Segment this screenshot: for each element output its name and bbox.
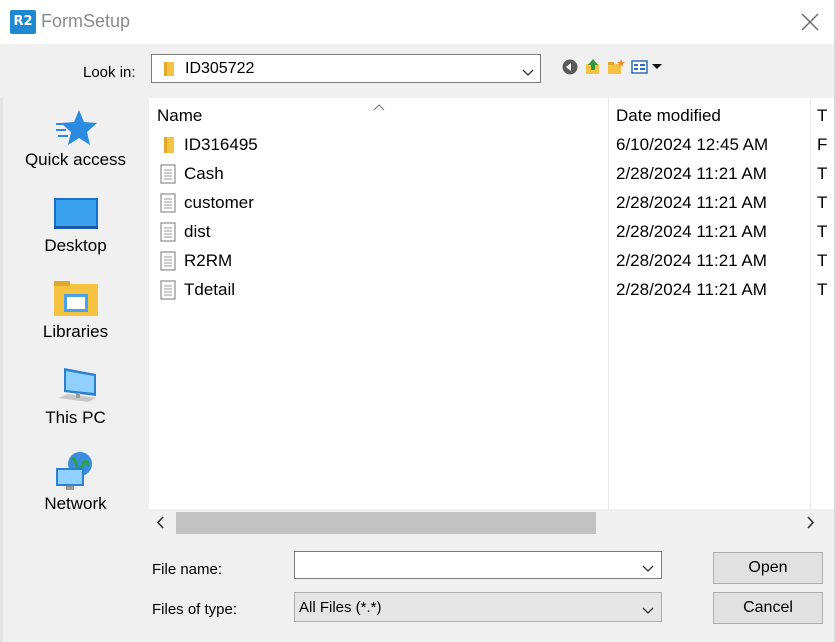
file-type: F <box>817 135 828 154</box>
place-libraries[interactable]: Libraries <box>10 270 141 350</box>
chevron-down-icon[interactable] <box>522 64 534 82</box>
new-folder-icon[interactable] <box>607 58 625 76</box>
file-name: Tdetail <box>184 280 236 299</box>
files-of-type-label: Files of type: <box>152 601 238 618</box>
place-label: Network <box>44 494 107 513</box>
document-icon <box>160 193 176 218</box>
file-type: T <box>817 280 828 299</box>
place-label: Quick access <box>24 150 127 169</box>
close-button[interactable] <box>796 8 824 36</box>
file-name-combo[interactable] <box>294 551 662 579</box>
document-icon <box>160 251 176 276</box>
place-this-pc[interactable]: This PC <box>10 356 141 436</box>
column-header-name[interactable]: Name <box>157 106 202 126</box>
file-name: dist <box>184 222 211 241</box>
chevron-right-icon[interactable] <box>806 516 815 534</box>
list-item[interactable]: ID316495 6/10/2024 12:45 AM F <box>149 131 834 160</box>
dialog-left-edge <box>0 98 3 642</box>
chevron-down-icon[interactable] <box>642 602 654 620</box>
column-header-type[interactable]: T <box>817 106 831 126</box>
file-name-input[interactable] <box>297 554 631 578</box>
list-item[interactable]: customer 2/28/2024 11:21 AM T <box>149 189 834 218</box>
app-logo-icon: R2 <box>10 10 36 34</box>
file-date: 2/28/2024 11:21 AM <box>616 280 767 299</box>
place-network[interactable]: Network <box>10 442 141 522</box>
place-label: Desktop <box>44 236 107 255</box>
lookin-label: Look in: <box>83 64 136 81</box>
star-icon <box>56 110 97 145</box>
horizontal-scrollbar[interactable] <box>149 509 834 536</box>
scrollbar-thumb[interactable] <box>176 512 596 534</box>
cancel-button[interactable]: Cancel <box>713 592 823 624</box>
close-icon <box>801 13 819 31</box>
lookin-value: ID305722 <box>185 60 255 77</box>
lookin-combo[interactable]: ID305722 <box>151 54 541 83</box>
document-icon <box>160 222 176 247</box>
sort-ascending-icon <box>373 98 385 116</box>
folder-icon <box>161 61 177 82</box>
file-type: T <box>817 193 828 212</box>
file-name: Cash <box>184 164 224 183</box>
window-title: FormSetup <box>41 11 131 31</box>
file-date: 6/10/2024 12:45 AM <box>616 135 769 154</box>
back-icon[interactable] <box>561 58 579 76</box>
list-item[interactable]: Cash 2/28/2024 11:21 AM T <box>149 160 834 189</box>
file-date: 2/28/2024 11:21 AM <box>616 222 767 241</box>
chevron-down-icon[interactable] <box>642 560 654 578</box>
desktop-icon <box>54 198 98 229</box>
libraries-icon <box>54 281 98 316</box>
file-date: 2/28/2024 11:21 AM <box>616 164 767 183</box>
up-folder-icon[interactable] <box>584 58 602 76</box>
file-type: T <box>817 222 828 241</box>
place-quick-access[interactable]: Quick access <box>10 98 141 178</box>
chevron-left-icon[interactable] <box>156 516 165 534</box>
open-button[interactable]: Open <box>713 552 823 584</box>
places-bar: Quick access Desktop Libraries This PC N… <box>10 98 141 536</box>
file-type: T <box>817 251 828 270</box>
files-of-type-select[interactable]: All Files (*.*) <box>294 592 662 622</box>
document-icon <box>160 164 176 189</box>
computer-icon <box>58 368 96 402</box>
place-label: This PC <box>45 408 106 427</box>
network-icon <box>56 452 92 490</box>
place-label: Libraries <box>42 322 109 341</box>
view-menu-icon[interactable] <box>631 58 665 76</box>
file-date: 2/28/2024 11:21 AM <box>616 251 767 270</box>
title-bar: R2 FormSetup <box>0 0 836 44</box>
file-name: ID316495 <box>184 135 258 154</box>
list-item[interactable]: dist 2/28/2024 11:21 AM T <box>149 218 834 247</box>
file-date: 2/28/2024 11:21 AM <box>616 193 767 212</box>
file-name: customer <box>184 193 254 212</box>
files-of-type-value: All Files (*.*) <box>299 599 382 616</box>
list-item[interactable]: R2RM 2/28/2024 11:21 AM T <box>149 247 834 276</box>
folder-icon <box>160 135 176 160</box>
file-type: T <box>817 164 828 183</box>
column-header-date[interactable]: Date modified <box>616 106 721 126</box>
place-desktop[interactable]: Desktop <box>10 184 141 264</box>
document-icon <box>160 280 176 305</box>
file-name: R2RM <box>184 251 233 270</box>
file-name-label: File name: <box>152 561 223 578</box>
list-item[interactable]: Tdetail 2/28/2024 11:21 AM T <box>149 276 834 305</box>
